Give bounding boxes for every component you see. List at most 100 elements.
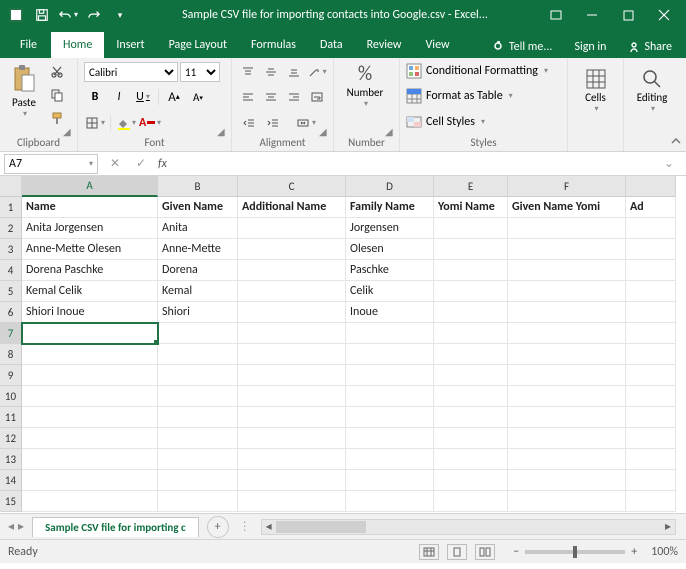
cell-8-D[interactable] [346, 344, 434, 365]
cell-3-A[interactable]: Anne-Mette Olesen [22, 239, 158, 260]
cell-7-A[interactable] [22, 323, 158, 344]
cell-10-B[interactable] [158, 386, 238, 407]
cell-5-B[interactable]: Kemal [158, 281, 238, 302]
cell-7-E[interactable] [434, 323, 508, 344]
col-header-D[interactable]: D [346, 176, 434, 197]
row-header-13[interactable]: 13 [0, 449, 22, 470]
cell-7-D[interactable] [346, 323, 434, 344]
horizontal-scrollbar[interactable]: ◂ ▸ [261, 519, 676, 535]
name-box[interactable]: A7▾ [4, 154, 98, 174]
cell-2-C[interactable] [238, 218, 346, 239]
font-size-select[interactable]: 11 [180, 62, 220, 82]
cell-9-E[interactable] [434, 365, 508, 386]
cell-9-partial[interactable] [626, 365, 676, 386]
cell-14-B[interactable] [158, 470, 238, 491]
cell-10-F[interactable] [508, 386, 626, 407]
redo-button[interactable] [82, 3, 106, 27]
fx-icon[interactable]: fx [158, 157, 167, 171]
cell-8-C[interactable] [238, 344, 346, 365]
cell-11-partial[interactable] [626, 407, 676, 428]
cell-10-partial[interactable] [626, 386, 676, 407]
align-bottom-button[interactable] [284, 62, 305, 82]
tab-insert[interactable]: Insert [104, 32, 156, 58]
cell-12-partial[interactable] [626, 428, 676, 449]
cell-4-A[interactable]: Dorena Paschke [22, 260, 158, 281]
cell-15-B[interactable] [158, 491, 238, 512]
cell-1-A[interactable]: Name [22, 197, 158, 218]
cell-9-B[interactable] [158, 365, 238, 386]
cell-15-C[interactable] [238, 491, 346, 512]
close-button[interactable] [646, 0, 682, 30]
format-as-table-button[interactable]: Format as Table▾ [406, 88, 561, 104]
enter-formula-button[interactable]: ✓ [132, 156, 150, 171]
cell-5-partial[interactable] [626, 281, 676, 302]
cell-styles-button[interactable]: Cell Styles▾ [406, 114, 561, 130]
paste-button[interactable]: Paste ▾ [6, 62, 42, 130]
bold-button[interactable]: B [84, 87, 106, 107]
cell-6-A[interactable]: Shiori Inoue [22, 302, 158, 323]
cut-button[interactable] [46, 62, 68, 82]
row-header-5[interactable]: 5 [0, 281, 22, 302]
cell-15-partial[interactable] [626, 491, 676, 512]
sheet-nav-prev[interactable]: ◂ [8, 519, 14, 534]
cell-1-partial[interactable]: Ad [626, 197, 676, 218]
cell-13-B[interactable] [158, 449, 238, 470]
undo-button[interactable]: ▾ [56, 3, 80, 27]
cell-1-B[interactable]: Given Name [158, 197, 238, 218]
maximize-button[interactable] [610, 0, 646, 30]
row-header-8[interactable]: 8 [0, 344, 22, 365]
cell-10-D[interactable] [346, 386, 434, 407]
alignment-launcher[interactable]: ◢ [319, 125, 331, 137]
cell-7-B[interactable] [158, 323, 238, 344]
cell-1-E[interactable]: Yomi Name [434, 197, 508, 218]
cell-6-partial[interactable] [626, 302, 676, 323]
col-header-B[interactable]: B [158, 176, 238, 197]
zoom-out-button[interactable]: − [513, 545, 519, 559]
tell-me-button[interactable]: Tell me... [487, 36, 559, 58]
col-header-E[interactable]: E [434, 176, 508, 197]
row-header-3[interactable]: 3 [0, 239, 22, 260]
number-format-button[interactable]: % Number ▾ [340, 60, 390, 110]
cell-9-D[interactable] [346, 365, 434, 386]
cell-11-C[interactable] [238, 407, 346, 428]
ribbon-options-button[interactable] [538, 0, 574, 30]
cell-13-E[interactable] [434, 449, 508, 470]
tab-review[interactable]: Review [355, 32, 414, 58]
cell-13-C[interactable] [238, 449, 346, 470]
view-normal-button[interactable] [419, 544, 439, 560]
cell-6-F[interactable] [508, 302, 626, 323]
fill-color-button[interactable]: ▾ [115, 113, 137, 133]
worksheet-grid[interactable]: ABCDEF 1NameGiven NameAdditional NameFam… [0, 176, 686, 513]
sign-in-button[interactable]: Sign in [568, 36, 612, 58]
cell-3-F[interactable] [508, 239, 626, 260]
align-right-button[interactable] [284, 87, 305, 107]
cell-6-B[interactable]: Shiori [158, 302, 238, 323]
font-name-select[interactable]: Calibri [84, 62, 178, 82]
cell-5-A[interactable]: Kemal Celik [22, 281, 158, 302]
tab-file[interactable]: File [6, 32, 51, 58]
expand-formula-bar-button[interactable]: ⌄ [664, 156, 678, 171]
cell-10-C[interactable] [238, 386, 346, 407]
cell-3-C[interactable] [238, 239, 346, 260]
cell-14-D[interactable] [346, 470, 434, 491]
qat-customize-button[interactable]: ▾ [108, 3, 132, 27]
cell-4-F[interactable] [508, 260, 626, 281]
cell-14-C[interactable] [238, 470, 346, 491]
col-header-F[interactable]: F [508, 176, 626, 197]
cell-6-E[interactable] [434, 302, 508, 323]
italic-button[interactable]: I [108, 87, 130, 107]
borders-button[interactable]: ▾ [84, 113, 106, 133]
save-button[interactable] [30, 3, 54, 27]
copy-button[interactable] [46, 85, 68, 105]
formula-input[interactable] [175, 155, 656, 173]
cell-12-F[interactable] [508, 428, 626, 449]
cell-10-E[interactable] [434, 386, 508, 407]
cell-10-A[interactable] [22, 386, 158, 407]
select-all-corner[interactable] [0, 176, 22, 197]
cell-4-B[interactable]: Dorena [158, 260, 238, 281]
cell-4-E[interactable] [434, 260, 508, 281]
scroll-right-button[interactable]: ▸ [661, 520, 675, 534]
cell-11-B[interactable] [158, 407, 238, 428]
font-color-button[interactable]: A▾ [139, 113, 161, 133]
cell-11-D[interactable] [346, 407, 434, 428]
